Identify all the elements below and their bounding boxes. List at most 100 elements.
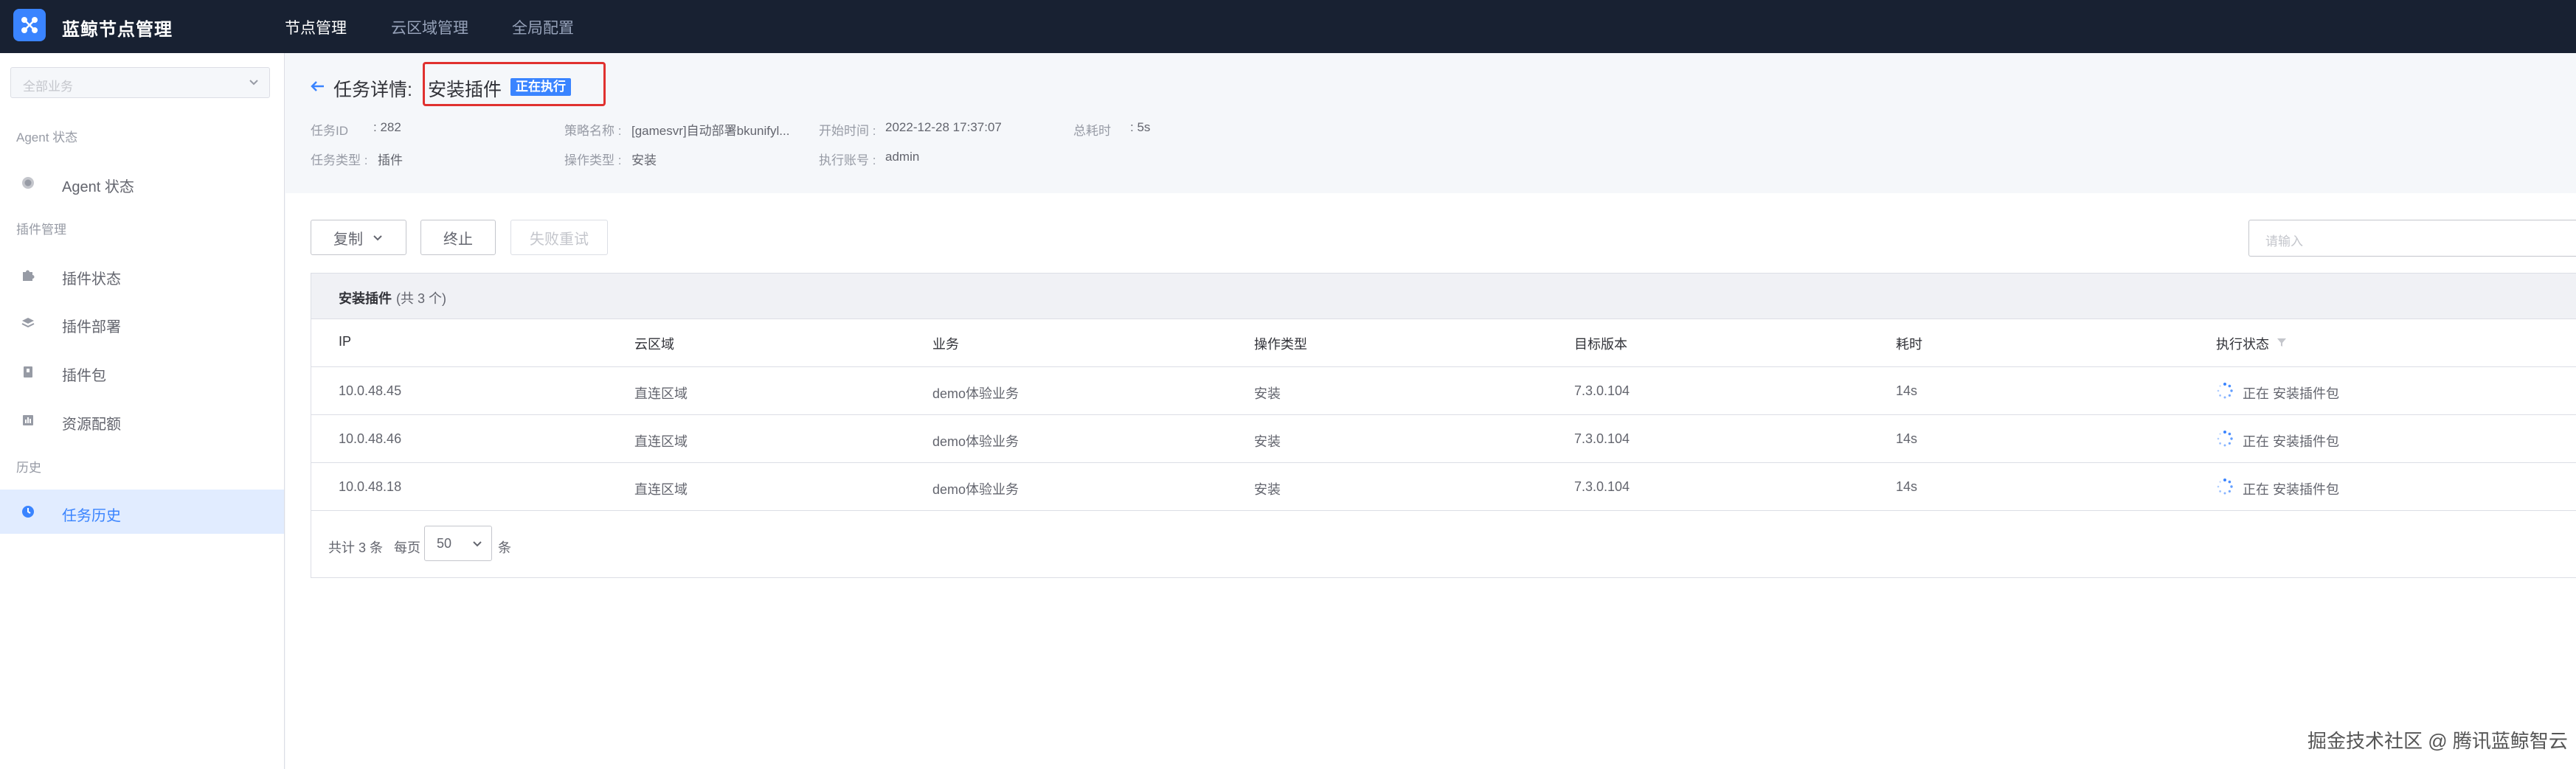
loading-spinner-icon [2216, 478, 2234, 495]
meta-operator-label: 执行账号 : [819, 153, 876, 167]
chevron-down-icon [471, 537, 484, 554]
cell-op-type: 安装 [1254, 434, 1281, 449]
app-title[interactable]: 蓝鲸节点管理 [62, 15, 173, 41]
cell-ip: 10.0.48.46 [339, 431, 402, 446]
cell-op-type: 安装 [1254, 386, 1281, 401]
cell-target-version: 7.3.0.104 [1574, 383, 1630, 398]
copy-dropdown-button[interactable]: 复制 [311, 220, 406, 255]
cell-exec-status: 正在 安装插件包 [2243, 434, 2340, 449]
sidebar-item-label: 插件部署 [62, 319, 121, 335]
puzzle-icon [21, 268, 35, 282]
cell-op-type: 安装 [1254, 482, 1281, 497]
meta-operator-value: admin [885, 150, 920, 164]
cell-cost: 14s [1896, 431, 1918, 446]
retry-failed-button[interactable]: 失败重试 [510, 220, 608, 255]
page-title: 任务详情: [333, 80, 412, 100]
table-row: 10.0.48.45 直连区域 demo体验业务 安装 7.3.0.104 14… [311, 367, 2576, 415]
watermark-text: 掘金技术社区 @ 腾讯蓝鲸智云 [2307, 730, 2568, 752]
nav-cloud-area-management[interactable]: 云区域管理 [391, 16, 468, 38]
package-icon [21, 364, 35, 379]
meta-policy-name-label: 策略名称 : [564, 124, 622, 138]
group-title-agent: Agent 状态 [16, 131, 78, 145]
table-row: 10.0.48.18 直连区域 demo体验业务 安装 7.3.0.104 14… [311, 463, 2576, 511]
sidebar-item-plugin-status[interactable]: 插件状态 [0, 253, 284, 297]
sidebar-item-plugin-package[interactable]: 插件包 [0, 349, 284, 394]
sidebar-item-label: 资源配额 [62, 417, 121, 433]
cell-cloud-area: 直连区域 [634, 482, 688, 497]
cell-business: demo体验业务 [932, 386, 1019, 401]
sidebar-item-label: 任务历史 [62, 508, 121, 524]
meta-task-id-value: : 282 [373, 120, 401, 134]
group-title-history: 历史 [16, 461, 41, 475]
cell-cost: 14s [1896, 383, 1918, 398]
app-logo-icon[interactable] [13, 9, 46, 41]
column-header-cost: 耗时 [1896, 337, 1922, 352]
meta-task-type-value: 插件 [378, 153, 403, 167]
cell-cloud-area: 直连区域 [634, 434, 688, 449]
meta-task-type-label: 任务类型 : [311, 153, 368, 167]
pagination: 共计 3 条 每页 50 条 [311, 511, 2576, 580]
column-header-ip: IP [339, 334, 352, 349]
meta-start-time-value: 2022-12-28 17:37:07 [885, 120, 1002, 134]
group-title-plugin: 插件管理 [16, 223, 66, 237]
business-selector[interactable]: 全部业务 [10, 67, 270, 98]
table-count: (共 3 个) [396, 291, 447, 306]
sidebar-item-label: 插件状态 [62, 271, 121, 288]
cell-cost: 14s [1896, 479, 1918, 494]
sidebar: 全部业务 Agent 状态 Agent 状态 插件管理 插件状态 插件部署 插件… [0, 53, 285, 769]
sidebar-item-label: Agent 状态 [62, 179, 134, 195]
column-header-op-type: 操作类型 [1254, 337, 1307, 352]
column-header-target-version: 目标版本 [1574, 337, 1627, 352]
table-row: 10.0.48.46 直连区域 demo体验业务 安装 7.3.0.104 14… [311, 415, 2576, 463]
nav-node-management[interactable]: 节点管理 [285, 16, 347, 38]
table-title-bar: 安装插件 (共 3 个) [311, 274, 2576, 319]
quota-icon [21, 413, 35, 428]
meta-policy-name-value[interactable]: [gamesvr]自动部署bkunifyl... [631, 120, 789, 139]
back-arrow-icon[interactable] [310, 77, 326, 100]
sidebar-item-label: 插件包 [62, 368, 106, 384]
loading-spinner-icon [2216, 382, 2234, 400]
cell-target-version: 7.3.0.104 [1574, 479, 1630, 494]
sidebar-item-task-history[interactable]: 任务历史 [0, 490, 284, 534]
pagination-total: 共计 3 条 [328, 540, 384, 555]
chevron-down-icon [372, 232, 384, 243]
pagination-unit: 条 [498, 540, 511, 555]
page-size-select[interactable]: 50 [424, 526, 492, 561]
sidebar-item-resource-quota[interactable]: 资源配额 [0, 398, 284, 442]
loading-spinner-icon [2216, 430, 2234, 448]
filter-icon[interactable] [2276, 336, 2288, 352]
column-header-cloud-area: 云区域 [634, 337, 674, 352]
layers-icon [21, 316, 35, 330]
top-navbar: 蓝鲸节点管理 节点管理 云区域管理 全局配置 [0, 0, 2576, 53]
cell-exec-status: 正在 安装插件包 [2243, 386, 2340, 401]
chevron-down-icon [247, 75, 260, 92]
meta-task-id-label: 任务ID [311, 124, 348, 138]
column-header-business: 业务 [932, 337, 959, 352]
cell-ip: 10.0.48.45 [339, 383, 402, 398]
cell-business: demo体验业务 [932, 482, 1019, 497]
search-input[interactable]: 请输入 [2248, 220, 2576, 257]
task-detail-header [285, 53, 2576, 193]
meta-op-type-label: 操作类型 : [564, 153, 622, 167]
cell-cloud-area: 直连区域 [634, 386, 688, 401]
table-header-row: IP 云区域 业务 操作类型 目标版本 耗时 执行状态 [311, 319, 2576, 367]
agent-status-icon [21, 175, 35, 190]
pagination-per-page-label: 每页 [394, 540, 420, 555]
cell-business: demo体验业务 [932, 434, 1019, 449]
meta-op-type-value: 安装 [631, 153, 657, 167]
table-title: 安装插件 [339, 291, 392, 306]
nav-global-config[interactable]: 全局配置 [512, 16, 574, 38]
copy-button-label: 复制 [333, 231, 363, 248]
cell-target-version: 7.3.0.104 [1574, 431, 1630, 446]
sidebar-item-plugin-deploy[interactable]: 插件部署 [0, 301, 284, 345]
stop-button[interactable]: 终止 [420, 220, 496, 255]
column-header-exec-status: 执行状态 [2216, 337, 2269, 352]
meta-total-time-value: : 5s [1130, 120, 1151, 134]
meta-start-time-label: 开始时间 : [819, 124, 876, 138]
task-table: 安装插件 (共 3 个) IP 云区域 业务 操作类型 目标版本 耗时 执行状态… [311, 273, 2576, 578]
sidebar-item-agent-status[interactable]: Agent 状态 [0, 161, 284, 205]
cell-ip: 10.0.48.18 [339, 479, 402, 494]
clock-icon [21, 504, 35, 519]
highlight-annotation-box [423, 62, 606, 106]
business-selector-placeholder: 全部业务 [23, 80, 73, 94]
